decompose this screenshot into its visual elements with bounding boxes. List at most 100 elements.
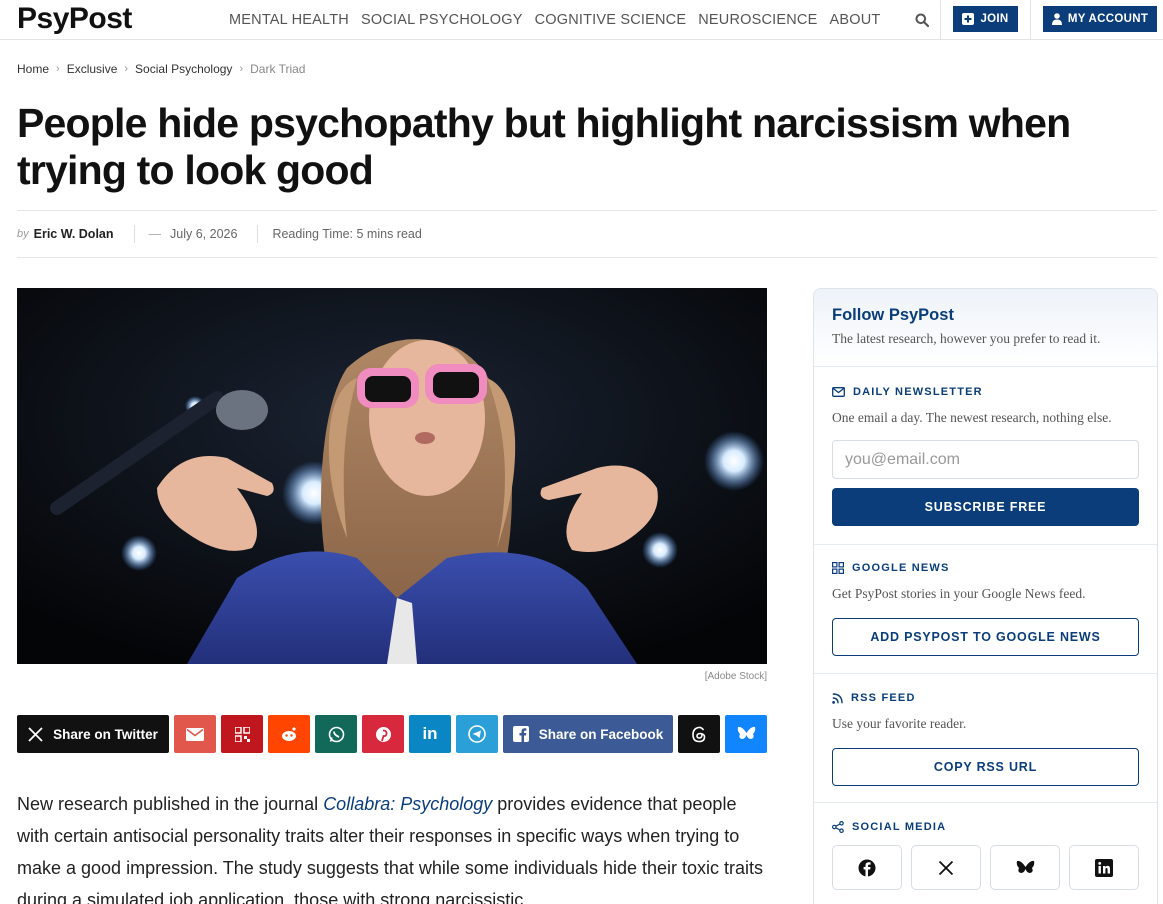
share-reddit-button[interactable]	[268, 715, 310, 753]
user-icon	[1051, 13, 1062, 25]
social-linkedin-button[interactable]	[1069, 845, 1139, 890]
search-icon	[915, 13, 929, 27]
nav-cognitive-science[interactable]: COGNITIVE SCIENCE	[535, 12, 687, 28]
rss-section: RSS FEED Use your favorite reader. COPY …	[814, 692, 1157, 786]
reading-time: Reading Time: 5 mins read	[272, 227, 422, 241]
article-title: People hide psychopathy but highlight na…	[17, 100, 1071, 193]
bluesky-icon	[1016, 860, 1034, 873]
share-icon	[832, 821, 844, 833]
share-telegram-button[interactable]	[456, 715, 498, 753]
pinterest-icon	[375, 726, 391, 742]
subscribe-button[interactable]: SUBSCRIBE FREE	[832, 488, 1139, 526]
nav-mental-health[interactable]: MENTAL HEALTH	[229, 12, 349, 28]
follow-title: Follow PsyPost	[832, 306, 954, 324]
newsletter-section: DAILY NEWSLETTER One email a day. The ne…	[814, 386, 1157, 526]
share-whatsapp-button[interactable]	[315, 715, 357, 753]
rss-label-text: RSS FEED	[851, 692, 916, 704]
join-button[interactable]: JOIN	[953, 6, 1018, 32]
share-twitter-button[interactable]: Share on Twitter	[17, 715, 169, 753]
copy-rss-button[interactable]: COPY RSS URL	[832, 748, 1139, 786]
add-google-news-button[interactable]: ADD PSYPOST TO GOOGLE NEWS	[832, 618, 1139, 656]
share-email-button[interactable]	[174, 715, 216, 753]
chevron-right-icon: ›	[124, 63, 129, 75]
follow-sidebar: Follow PsyPost The latest research, howe…	[813, 288, 1158, 904]
telegram-icon	[468, 725, 486, 743]
share-facebook-button[interactable]: Share on Facebook	[503, 715, 673, 753]
meta-separator	[257, 225, 259, 243]
bluesky-icon	[737, 726, 755, 739]
byline-prefix: by	[17, 228, 29, 240]
header-divider	[1030, 0, 1031, 40]
facebook-icon	[858, 859, 876, 877]
breadcrumb-dark-triad[interactable]: Dark Triad	[250, 62, 305, 76]
article-body: New research published in the journal Co…	[17, 788, 767, 904]
share-qr-button[interactable]	[221, 715, 263, 753]
rss-desc: Use your favorite reader.	[832, 716, 967, 731]
share-twitter-label: Share on Twitter	[53, 726, 158, 742]
chevron-right-icon: ›	[239, 63, 244, 75]
facebook-icon	[512, 726, 529, 742]
share-linkedin-button[interactable]: in	[409, 715, 451, 753]
site-logo[interactable]: PsyPost	[17, 2, 132, 36]
linkedin-icon: in	[422, 724, 438, 743]
share-pinterest-button[interactable]	[362, 715, 404, 753]
envelope-icon	[832, 387, 845, 397]
linkedin-icon	[1095, 858, 1113, 877]
share-threads-button[interactable]	[678, 715, 720, 753]
qr-code-icon	[234, 726, 250, 742]
article-text-start: New research published in the journal	[17, 794, 324, 814]
threads-icon	[692, 726, 706, 742]
social-media-label-text: SOCIAL MEDIA	[852, 821, 947, 833]
x-icon	[28, 726, 43, 742]
share-facebook-label: Share on Facebook	[538, 726, 664, 742]
join-label: JOIN	[980, 13, 1009, 25]
email-input[interactable]	[832, 440, 1139, 479]
follow-header: Follow PsyPost The latest research, howe…	[814, 289, 1157, 367]
plus-square-icon	[962, 13, 975, 25]
meta-divider-top	[17, 210, 1157, 211]
sidebar-divider	[814, 802, 1157, 803]
nav-about[interactable]: ABOUT	[829, 12, 880, 28]
grid-icon	[832, 562, 844, 574]
breadcrumb-home[interactable]: Home	[17, 62, 49, 76]
breadcrumb-social-psychology[interactable]: Social Psychology	[135, 62, 232, 76]
google-news-label: GOOGLE NEWS	[832, 562, 1139, 574]
social-bluesky-button[interactable]	[990, 845, 1060, 890]
rss-icon	[832, 692, 843, 704]
breadcrumb-exclusive[interactable]: Exclusive	[67, 62, 118, 76]
newsletter-label-text: DAILY NEWSLETTER	[853, 386, 983, 398]
main-nav: MENTAL HEALTH SOCIAL PSYCHOLOGY COGNITIV…	[229, 0, 892, 40]
publish-date: July 6, 2026	[170, 227, 238, 241]
google-news-desc: Get PsyPost stories in your Google News …	[832, 586, 1086, 601]
nav-social-psychology[interactable]: SOCIAL PSYCHOLOGY	[361, 12, 523, 28]
x-icon	[938, 860, 954, 875]
my-account-label: MY ACCOUNT	[1067, 13, 1149, 25]
search-button[interactable]	[903, 0, 941, 40]
sidebar-divider	[814, 544, 1157, 545]
follow-subtitle: The latest research, however you prefer …	[832, 331, 1101, 346]
breadcrumb: Home › Exclusive › Social Psychology › D…	[17, 62, 305, 76]
social-media-section: SOCIAL MEDIA	[814, 821, 1157, 890]
featured-image-illustration	[17, 288, 767, 664]
newsletter-label: DAILY NEWSLETTER	[832, 386, 1139, 398]
meta-divider-bottom	[17, 257, 1157, 258]
share-bluesky-button[interactable]	[725, 715, 767, 753]
whatsapp-icon	[328, 726, 344, 742]
author-link[interactable]: Eric W. Dolan	[34, 227, 114, 241]
chevron-right-icon: ›	[56, 63, 60, 75]
rss-label: RSS FEED	[832, 692, 1139, 704]
social-facebook-button[interactable]	[832, 845, 902, 890]
nav-neuroscience[interactable]: NEUROSCIENCE	[698, 12, 817, 28]
reddit-icon	[282, 727, 296, 741]
meta-separator	[133, 225, 135, 243]
sidebar-divider	[814, 673, 1157, 674]
date-dash: —	[148, 227, 162, 241]
social-media-grid	[832, 845, 1139, 890]
my-account-button[interactable]: MY ACCOUNT	[1043, 6, 1157, 32]
email-icon	[186, 727, 204, 741]
social-x-button[interactable]	[911, 845, 981, 890]
google-news-section: GOOGLE NEWS Get PsyPost stories in your …	[814, 562, 1157, 656]
site-header: PsyPost MENTAL HEALTH SOCIAL PSYCHOLOGY …	[0, 0, 1163, 40]
journal-link[interactable]: Collabra: Psychology	[323, 794, 492, 814]
social-media-label: SOCIAL MEDIA	[832, 821, 1139, 833]
